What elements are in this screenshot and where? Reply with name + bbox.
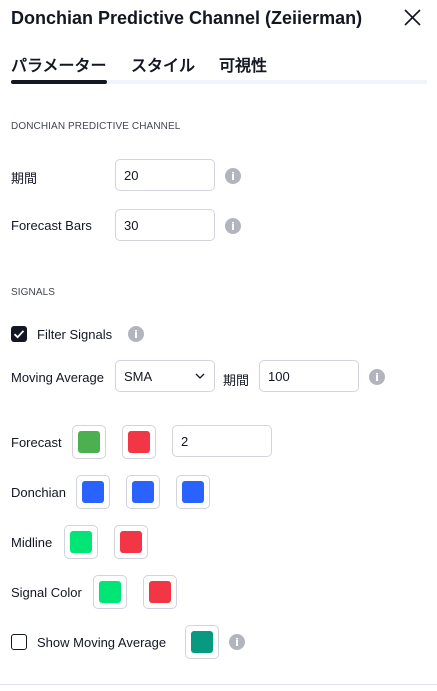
section-heading-signals: SIGNALS — [11, 287, 56, 298]
period-label: 期間 — [11, 171, 38, 186]
tab-style[interactable]: スタイル — [131, 52, 195, 76]
swatch-fill — [99, 581, 121, 603]
forecast-down-color-swatch[interactable] — [122, 425, 156, 459]
show-moving-average-checkbox[interactable] — [11, 634, 27, 650]
swatch-fill — [182, 481, 204, 503]
donchian-lower-color-swatch[interactable] — [176, 475, 210, 509]
info-icon[interactable]: i — [369, 369, 385, 385]
info-icon[interactable]: i — [225, 168, 241, 184]
info-icon[interactable]: i — [229, 634, 245, 650]
forecast-label: Forecast — [11, 435, 62, 450]
info-icon[interactable]: i — [128, 326, 144, 342]
swatch-fill — [191, 631, 213, 653]
section-heading-donchian: DONCHIAN PREDICTIVE CHANNEL — [11, 121, 181, 132]
info-icon[interactable]: i — [225, 218, 241, 234]
donchian-label: Donchian — [11, 485, 66, 500]
footer-divider — [0, 684, 437, 685]
moving-average-label: Moving Average — [11, 370, 104, 385]
moving-average-value: SMA — [124, 368, 153, 384]
forecast-up-color-swatch[interactable] — [72, 425, 106, 459]
moving-average-color-swatch[interactable] — [185, 625, 219, 659]
swatch-fill — [82, 481, 104, 503]
chevron-down-icon — [195, 373, 205, 379]
period-input[interactable] — [115, 159, 215, 191]
swatch-fill — [78, 431, 100, 453]
forecast-bars-input[interactable] — [115, 209, 215, 241]
moving-average-select[interactable]: SMA — [115, 360, 215, 392]
signal-color-label: Signal Color — [11, 585, 82, 600]
ma-period-input[interactable] — [259, 360, 359, 392]
signal-buy-color-swatch[interactable] — [93, 575, 127, 609]
tab-visibility[interactable]: 可視性 — [219, 52, 267, 76]
tab-bar: パラメーター スタイル 可視性 — [11, 52, 427, 84]
donchian-middle-color-swatch[interactable] — [126, 475, 160, 509]
close-icon[interactable] — [400, 6, 424, 30]
checkmark-icon — [13, 330, 25, 339]
signal-sell-color-swatch[interactable] — [143, 575, 177, 609]
swatch-fill — [70, 531, 92, 553]
swatch-fill — [120, 531, 142, 553]
forecast-width-input[interactable] — [172, 425, 272, 457]
forecast-bars-label: Forecast Bars — [11, 218, 92, 233]
swatch-fill — [149, 581, 171, 603]
midline-up-color-swatch[interactable] — [64, 525, 98, 559]
filter-signals-checkbox[interactable] — [11, 326, 27, 342]
midline-down-color-swatch[interactable] — [114, 525, 148, 559]
filter-signals-label: Filter Signals — [37, 327, 113, 342]
swatch-fill — [132, 481, 154, 503]
donchian-upper-color-swatch[interactable] — [76, 475, 110, 509]
midline-label: Midline — [11, 535, 53, 550]
tab-parameters[interactable]: パラメーター — [11, 52, 107, 76]
show-moving-average-label: Show Moving Average — [37, 635, 167, 650]
dialog-title: Donchian Predictive Channel (Zeiierman) — [11, 8, 363, 28]
swatch-fill — [128, 431, 150, 453]
ma-period-label: 期間 — [223, 373, 250, 388]
